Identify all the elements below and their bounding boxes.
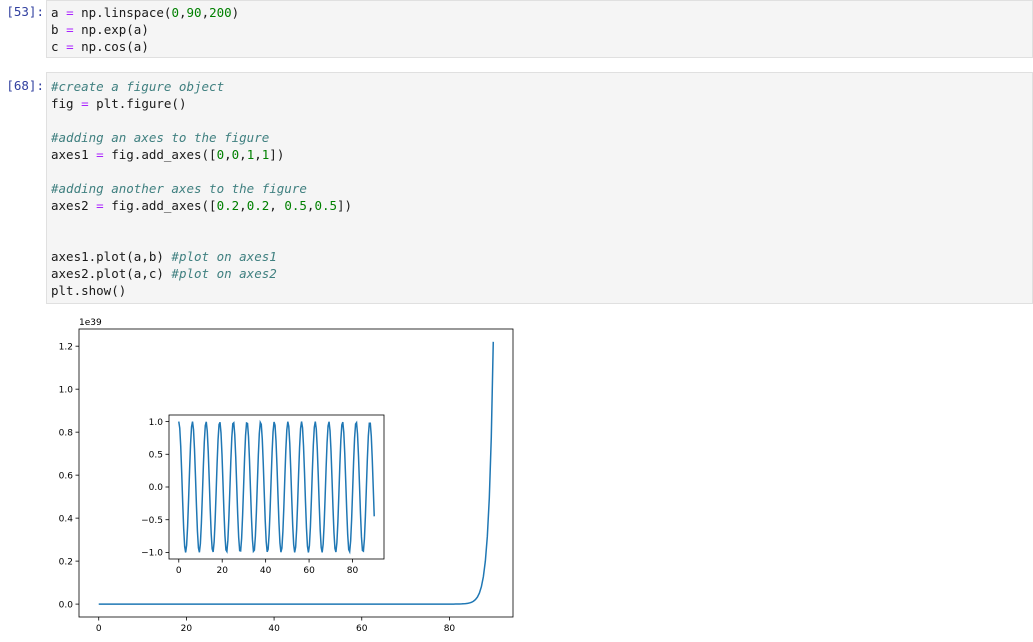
cell-prompt: [68]: [6, 78, 44, 93]
axes1-xtick-label: 80 [444, 624, 456, 634]
code-line: c = np.cos(a) [51, 39, 149, 54]
axes2-xtick-label: 60 [303, 566, 315, 576]
axes2-ytick-label: 1.0 [149, 418, 164, 428]
axes1-ytick-label: 1.2 [59, 342, 73, 352]
code-line: #adding another axes to the figure [51, 181, 307, 196]
axes2-xtick-label: 80 [347, 566, 359, 576]
figure: 0 20 40 60 80 0.0 0.2 0.4 0.6 0.8 1.0 1.2 1e39 0 20 40 6… [59, 318, 514, 634]
axes1-ytick-label: 0.2 [59, 557, 73, 567]
code-line: fig = plt.figure() [51, 96, 187, 111]
code-cell-53[interactable]: [53]: a = np.linspace(0,90,200) b = np.ex… [0, 0, 1033, 60]
axes1-xtick-label: 60 [356, 624, 368, 634]
code-cell-68[interactable]: [68]: #create a figure object fig = plt.f… [0, 72, 1033, 304]
code-editor[interactable]: #create a figure object fig = plt.figure(… [46, 72, 1033, 304]
cell-prompt: [53]: [6, 4, 44, 19]
code-line: b = np.exp(a) [51, 22, 149, 37]
code-line: axes1.plot(a,b) #plot on axes1 [51, 249, 277, 264]
code-line: axes2.plot(a,c) #plot on axes2 [51, 266, 277, 281]
axes2-xtick-label: 20 [216, 566, 228, 576]
code-line: a = np.linspace(0,90,200) [51, 5, 240, 20]
axes1-ytick-label: 1.0 [59, 385, 74, 395]
axes1-offset-text: 1e39 [79, 318, 102, 328]
axes2-ytick-label: −1.0 [141, 549, 163, 559]
figure-output: 0 20 40 60 80 0.0 0.2 0.4 0.6 0.8 1.0 1.2 1e39 0 20 40 6… [46, 308, 536, 638]
code-editor[interactable]: a = np.linspace(0,90,200) b = np.exp(a) c … [46, 0, 1033, 58]
axes1-ytick-label: 0.8 [59, 428, 74, 438]
axes2-xtick-label: 0 [176, 566, 182, 576]
axes1-xtick-label: 20 [181, 624, 193, 634]
axes1-ytick-label: 0.0 [59, 600, 74, 610]
axes2-ytick-label: −0.5 [141, 516, 163, 526]
axes2-ytick-label: 0.0 [149, 483, 164, 493]
code-line: #adding an axes to the figure [51, 130, 270, 145]
axes1-ytick-label: 0.6 [59, 471, 74, 481]
code-line: #create a figure object [51, 79, 225, 94]
axes2-ytick-label: 0.5 [149, 451, 163, 461]
code-line: plt.show() [51, 283, 127, 298]
code-line: axes2 = fig.add_axes([0.2,0.2, 0.5,0.5]) [51, 198, 353, 213]
axes1-ytick-label: 0.4 [59, 514, 74, 524]
code-line: axes1 = fig.add_axes([0,0,1,1]) [51, 147, 285, 162]
axes2-xtick-label: 40 [260, 566, 272, 576]
axes1-xtick-label: 0 [96, 624, 102, 634]
axes1-xtick-label: 40 [268, 624, 280, 634]
